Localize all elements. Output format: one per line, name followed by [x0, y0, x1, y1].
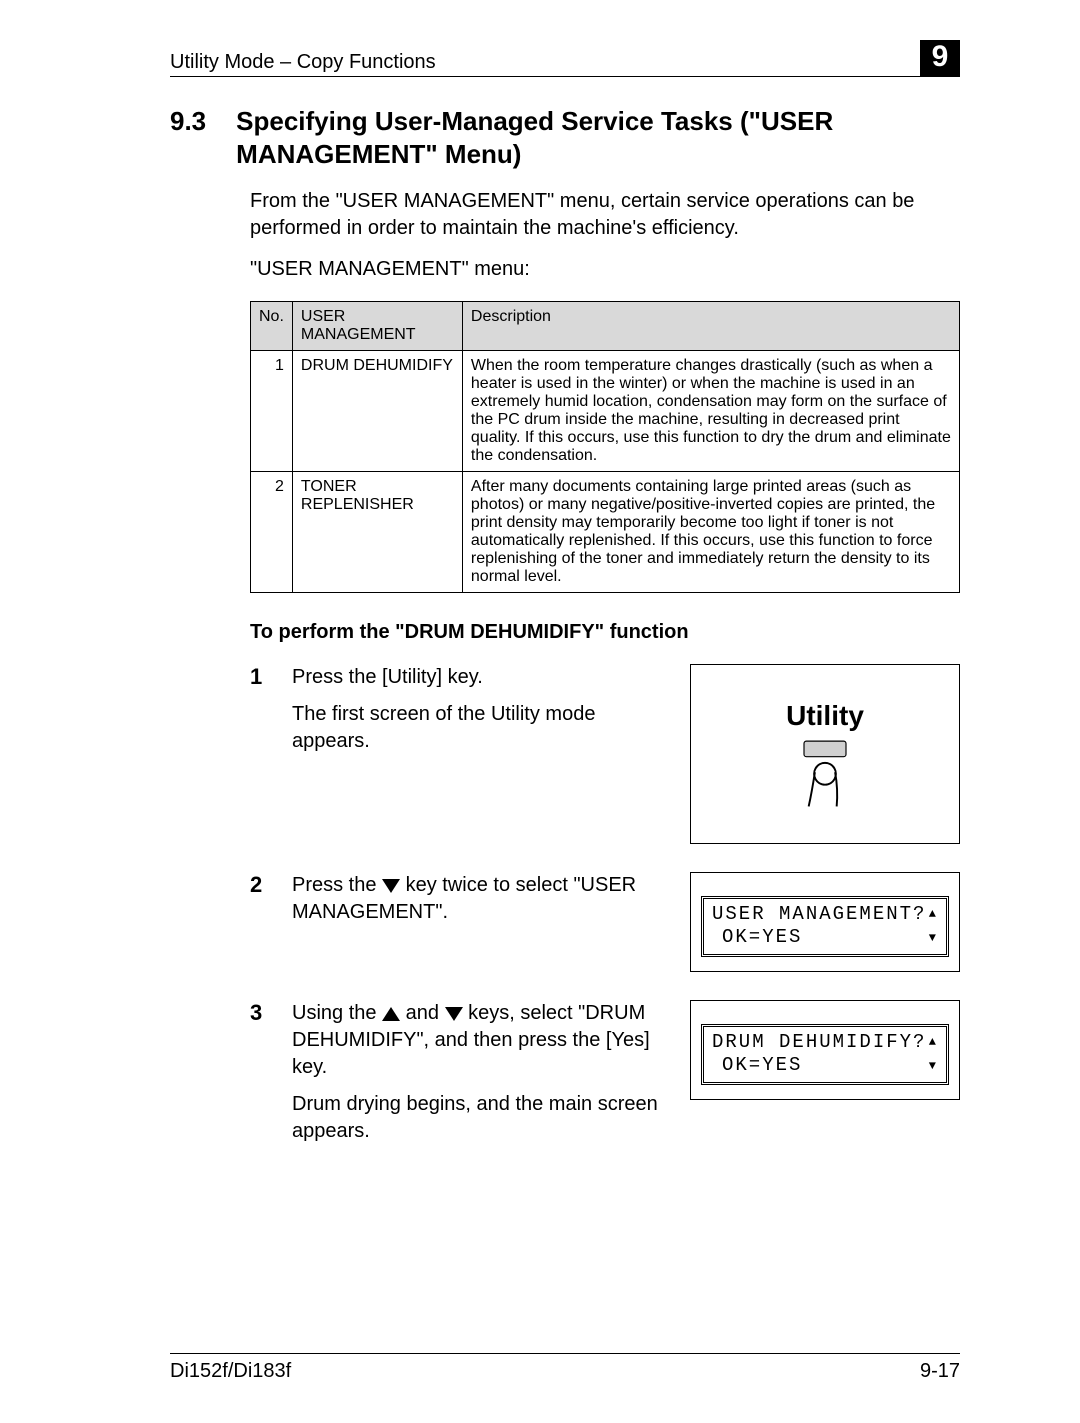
step-number: 1	[250, 664, 274, 844]
lcd-row2: OK=YES	[712, 926, 802, 950]
step-number: 2	[250, 872, 274, 972]
th-name: USER MANAGEMENT	[292, 302, 462, 351]
th-desc: Description	[462, 302, 959, 351]
lcd-down-icon: ▼	[929, 1059, 938, 1074]
lcd-up-icon: ▲	[929, 1035, 938, 1050]
step-text: The first screen of the Utility mode app…	[292, 701, 672, 755]
lcd-screen: USER MANAGEMENT? ▲ OK=YES ▼	[701, 896, 949, 958]
step-text: Press the [Utility] key.	[292, 664, 672, 691]
step-number: 3	[250, 1000, 274, 1155]
menu-label: "USER MANAGEMENT" menu:	[250, 256, 960, 283]
utility-label: Utility	[786, 700, 864, 732]
breadcrumb: Utility Mode – Copy Functions	[170, 51, 436, 74]
step: 1 Press the [Utility] key. The first scr…	[250, 664, 960, 844]
step-text: Press the key twice to select "USER MANA…	[292, 872, 672, 926]
chapter-number-box: 9	[920, 40, 960, 76]
cell-desc: After many documents containing large pr…	[462, 472, 959, 593]
table-row: 1 DRUM DEHUMIDIFY When the room temperat…	[251, 351, 960, 472]
intro-paragraph: From the "USER MANAGEMENT" menu, certain…	[250, 188, 960, 242]
cell-no: 2	[251, 472, 293, 593]
user-management-table: No. USER MANAGEMENT Description 1 DRUM D…	[250, 301, 960, 593]
page-header: Utility Mode – Copy Functions 9	[170, 40, 960, 77]
section-heading: 9.3 Specifying User-Managed Service Task…	[170, 105, 960, 170]
th-no: No.	[251, 302, 293, 351]
lcd-figure: USER MANAGEMENT? ▲ OK=YES ▼	[690, 872, 960, 972]
up-arrow-icon	[382, 1007, 400, 1021]
section-title: Specifying User-Managed Service Tasks ("…	[236, 105, 960, 170]
lcd-row1: USER MANAGEMENT?	[712, 903, 926, 927]
down-arrow-icon	[382, 879, 400, 893]
footer-right: 9-17	[920, 1360, 960, 1383]
cell-no: 1	[251, 351, 293, 472]
section-number: 9.3	[170, 105, 206, 170]
step: 3 Using the and keys, select "DRUM DEHUM…	[250, 1000, 960, 1155]
step-body: Using the and keys, select "DRUM DEHUMID…	[292, 1000, 672, 1155]
step-body: Press the key twice to select "USER MANA…	[292, 872, 672, 972]
procedure-title: To perform the "DRUM DEHUMIDIFY" functio…	[250, 621, 960, 644]
footer-left: Di152f/Di183f	[170, 1360, 291, 1383]
down-arrow-icon	[445, 1007, 463, 1021]
cell-name: DRUM DEHUMIDIFY	[292, 351, 462, 472]
lcd-row2: OK=YES	[712, 1054, 802, 1078]
utility-key-icon	[790, 738, 860, 808]
step: 2 Press the key twice to select "USER MA…	[250, 872, 960, 972]
table-row: 2 TONER REPLENISHER After many documents…	[251, 472, 960, 593]
cell-name: TONER REPLENISHER	[292, 472, 462, 593]
lcd-screen: DRUM DEHUMIDIFY? ▲ OK=YES ▼	[701, 1024, 949, 1086]
lcd-up-icon: ▲	[929, 907, 938, 922]
lcd-row1: DRUM DEHUMIDIFY?	[712, 1031, 926, 1055]
step-text: Drum drying begins, and the main screen …	[292, 1091, 672, 1145]
step-body: Press the [Utility] key. The first scree…	[292, 664, 672, 844]
step-text: Using the and keys, select "DRUM DEHUMID…	[292, 1000, 672, 1081]
page-footer: Di152f/Di183f 9-17	[170, 1353, 960, 1383]
lcd-figure: DRUM DEHUMIDIFY? ▲ OK=YES ▼	[690, 1000, 960, 1100]
lcd-down-icon: ▼	[929, 931, 938, 946]
utility-key-figure: Utility	[690, 664, 960, 844]
cell-desc: When the room temperature changes drasti…	[462, 351, 959, 472]
